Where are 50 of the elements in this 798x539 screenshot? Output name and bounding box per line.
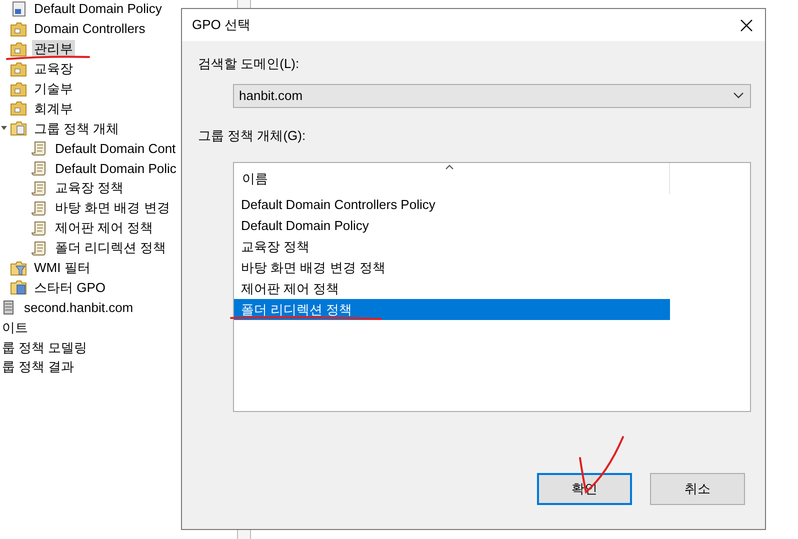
list-item[interactable]: 폴더 리디렉션 정책 [234, 299, 670, 320]
scroll-icon [31, 160, 48, 176]
tree-item[interactable]: 회계부 [32, 100, 75, 117]
tree-item[interactable]: Default Domain Cont [53, 140, 178, 157]
tree-item[interactable]: 룹 정책 결과 [0, 358, 76, 376]
tree-item[interactable]: 바탕 화면 배경 변경 [53, 199, 172, 216]
tree-item[interactable]: WMI 필터 [32, 259, 92, 276]
expanded-arrow-icon[interactable] [0, 124, 8, 132]
sort-caret-icon [445, 164, 454, 170]
tree-item[interactable]: Default Domain Policy [32, 0, 164, 18]
column-header[interactable]: 이름 [234, 163, 670, 194]
scroll-icon [31, 240, 48, 256]
dialog-title: GPO 선택 [192, 16, 251, 34]
tree-item[interactable]: 이트 [0, 318, 30, 336]
scroll-icon [31, 200, 48, 216]
close-icon[interactable] [740, 18, 753, 32]
list-item[interactable]: 교육장 정책 [234, 236, 670, 257]
tree-item[interactable]: second.hanbit.com [22, 298, 136, 316]
list-item[interactable]: Default Domain Controllers Policy [234, 194, 670, 215]
tree-item[interactable]: 교육장 [32, 60, 75, 78]
folder-icon [10, 80, 27, 96]
dialog-button[interactable]: 취소 [650, 473, 745, 505]
field-label: 그룹 정책 개체(G): [198, 128, 306, 142]
folder-icon [10, 60, 27, 77]
tree-item[interactable]: Domain Controllers [32, 20, 148, 38]
folder-icon [10, 40, 27, 57]
list-item[interactable]: Default Domain Policy [234, 215, 670, 236]
list-item[interactable]: 바탕 화면 배경 변경 정책 [234, 257, 670, 278]
scroll-icon [31, 220, 48, 236]
folder-icon [10, 279, 27, 296]
folder-icon [10, 100, 27, 116]
scroll-icon [31, 140, 48, 156]
tree-item[interactable]: 룹 정책 모델링 [0, 338, 90, 356]
funnel-folder-icon [10, 260, 27, 276]
list-item[interactable]: 제어판 제어 정책 [234, 278, 670, 299]
tree-item[interactable]: 폴더 리디렉션 정책 [53, 239, 168, 256]
tree-item[interactable]: 교육장 정책 [53, 179, 126, 196]
tree-item[interactable]: 그룹 정책 개체 [32, 120, 122, 137]
field-label: 검색할 도메인(L): [198, 56, 300, 71]
domain-dropdown[interactable]: hanbit.com [233, 84, 751, 108]
tree-item[interactable]: 제어판 제어 정책 [53, 219, 156, 236]
document-icon [10, 0, 27, 17]
scroll-icon [31, 180, 48, 196]
tree-item[interactable]: 관리부 [32, 40, 75, 58]
tree-item[interactable]: 기술부 [32, 80, 75, 97]
tree-item[interactable]: 스타터 GPO [32, 278, 108, 296]
folder-icon [10, 20, 27, 37]
chevron-down-icon [733, 92, 744, 99]
folder-icon [10, 120, 27, 136]
tree-item[interactable]: Default Domain Polic [53, 160, 178, 177]
